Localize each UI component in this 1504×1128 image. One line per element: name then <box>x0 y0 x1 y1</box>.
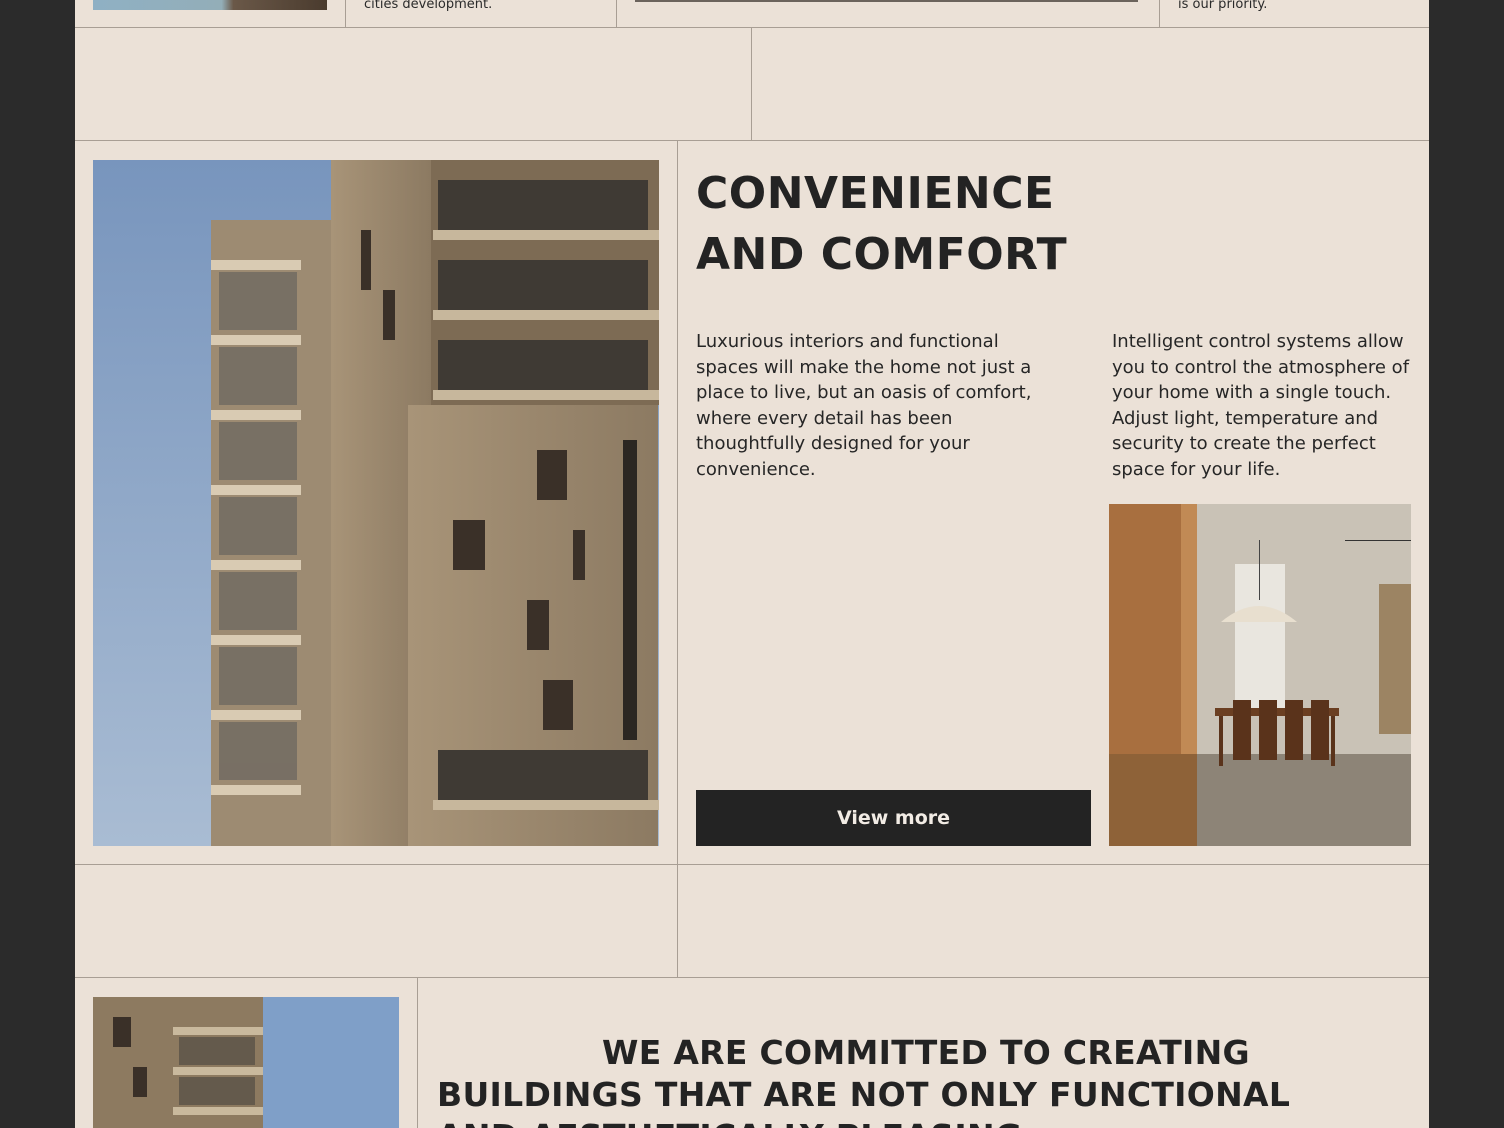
view-more-button[interactable]: View more <box>696 790 1091 846</box>
grid-divider <box>677 141 678 978</box>
grid-divider <box>75 864 1429 865</box>
commitment-heading: WE ARE COMMITTED TO CREATING BUILDINGS T… <box>437 1033 1291 1128</box>
grid-divider <box>75 977 1429 978</box>
grid-divider <box>75 27 1429 28</box>
building-thumbnail-image <box>93 997 399 1128</box>
page-content: cities development. is our priority. CON… <box>75 0 1429 1128</box>
building-exterior-image <box>93 160 659 846</box>
top-row-divider-bar <box>635 0 1138 2</box>
grid-divider <box>417 978 418 1128</box>
top-row-text-priority: is our priority. <box>1178 0 1268 12</box>
heading-line-2: AND COMFORT <box>696 229 1068 280</box>
grid-divider <box>1159 0 1160 28</box>
paragraph-control-systems: Intelligent control systems allow you to… <box>1112 331 1410 480</box>
grid-divider <box>751 28 752 141</box>
grid-divider <box>616 0 617 28</box>
paragraph-interiors: Luxurious interiors and functional space… <box>696 331 1032 480</box>
grid-divider <box>345 0 346 28</box>
heading-line-1: CONVENIENCE <box>696 168 1055 219</box>
section-heading: CONVENIENCE AND COMFORT <box>696 163 1067 285</box>
grid-divider <box>75 140 1429 141</box>
interior-dining-room-image <box>1109 504 1411 846</box>
top-thumbnail-image <box>93 0 327 10</box>
top-row-text-development: cities development. <box>364 0 493 12</box>
